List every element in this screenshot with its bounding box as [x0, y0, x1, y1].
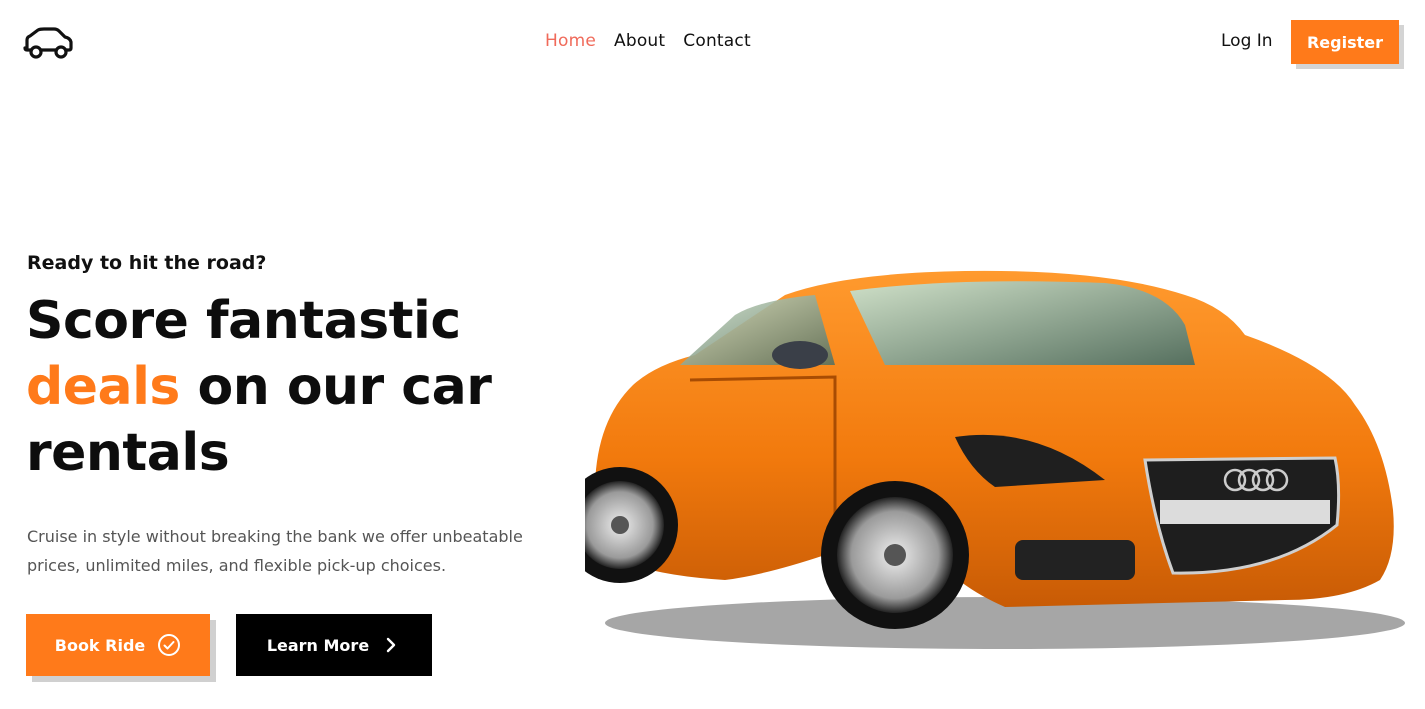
register-button[interactable]: Register [1291, 20, 1399, 64]
site-header: Home About Contact Log In Register [0, 0, 1425, 84]
hero-eyebrow: Ready to hit the road? [27, 252, 267, 274]
hero-description: Cruise in style without breaking the ban… [27, 527, 523, 575]
headline-part1: Score fantastic [26, 291, 461, 351]
hero-headline: Score fantastic deals on our car rentals [26, 288, 546, 486]
main-nav: Home About Contact [545, 31, 751, 51]
car-image [585, 270, 1405, 649]
headline-accent: deals [26, 357, 180, 417]
check-circle-icon [158, 634, 181, 656]
nav-home[interactable]: Home [545, 31, 596, 51]
chevron-right-icon [386, 637, 396, 653]
login-link[interactable]: Log In [1221, 31, 1273, 51]
book-ride-button[interactable]: Book Ride [26, 614, 210, 676]
learn-more-button[interactable]: Learn More [236, 614, 432, 676]
nav-contact[interactable]: Contact [683, 31, 751, 51]
nav-about[interactable]: About [614, 31, 665, 51]
learn-more-label: Learn More [266, 635, 370, 655]
book-ride-label: Book Ride [54, 635, 146, 655]
car-icon[interactable] [22, 26, 74, 62]
